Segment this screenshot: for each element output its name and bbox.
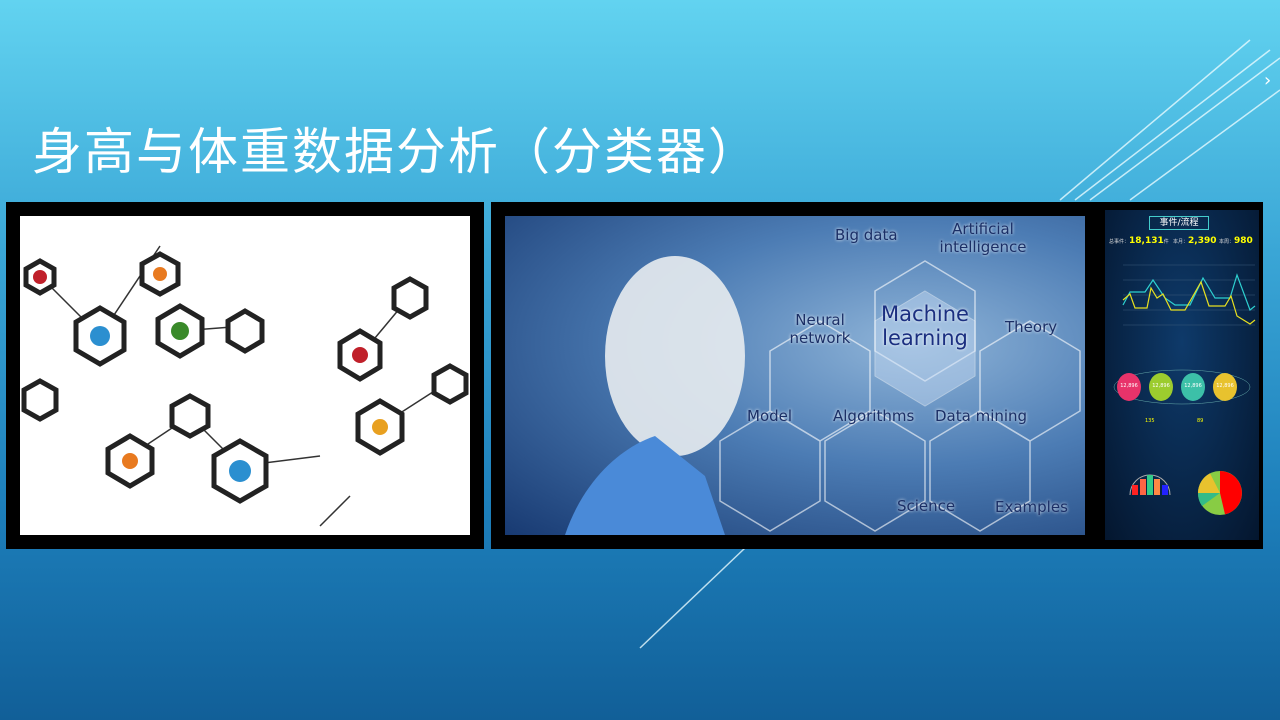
ai-head-graphic [565,256,1081,535]
next-arrow-icon[interactable]: › [1264,70,1271,91]
dash-circle-3: 12,896 [1181,373,1205,401]
label-machine-learning: Machine learning [881,302,969,350]
label-model: Model [747,407,793,425]
label-neural-network: Neural network [789,311,851,347]
hexagon-network-graphic [21,245,469,527]
dash-circle-2: 12,896 [1149,373,1173,401]
machine-learning-image: Big data Artificial intelligence Neural … [491,202,1263,549]
label-ai: Artificial intelligence [939,220,1027,256]
dash-circle-1: 12,896 [1117,373,1141,401]
count-2: 89 [1197,418,1204,424]
label-examples: Examples [995,498,1068,516]
dash-circle-4: 12,896 [1213,373,1237,401]
network-icons-image [6,202,484,549]
label-algorithms: Algorithms [833,407,915,425]
label-theory: Theory [1005,318,1058,336]
slide-title: 身高与体重数据分析（分类器） [32,123,760,181]
label-data-mining: Data mining [935,407,1028,425]
dashboard-image: 事件/流程 总事件：18,131件 本月：2,390 本周：980 12,896… [1105,210,1259,540]
label-science: Science [897,497,956,515]
count-1: 135 [1145,418,1155,424]
label-big-data: Big data [835,226,898,244]
